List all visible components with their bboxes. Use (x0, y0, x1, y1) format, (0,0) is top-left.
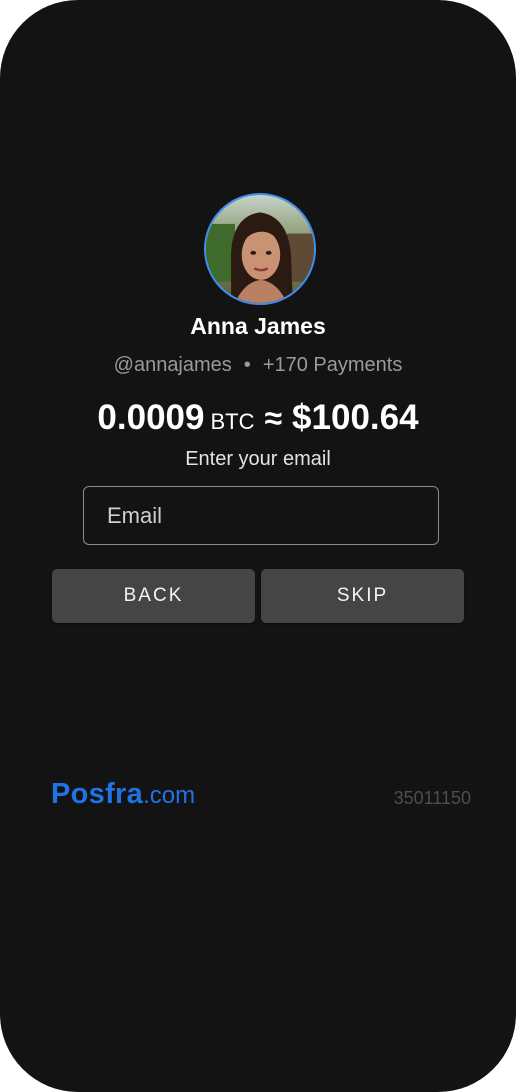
fiat-amount: $100.64 (292, 398, 419, 437)
crypto-unit: BTC (210, 409, 255, 434)
brand-tld: .com (143, 782, 196, 809)
avatar (204, 193, 316, 305)
back-button[interactable]: BACK (52, 569, 255, 623)
profile-meta: @annajames • +170 Payments (0, 351, 516, 379)
brand-logo[interactable]: Posfra.com (51, 774, 195, 819)
separator-dot: • (243, 354, 251, 376)
profile-photo (206, 195, 314, 303)
email-field[interactable] (83, 486, 439, 545)
crypto-amount: 0.0009 (97, 398, 205, 437)
brand-name: Posfra (51, 778, 144, 810)
payment-screen: Anna James @annajames • +170 Payments 0.00… (0, 0, 516, 1092)
reference-code: 35011150 (393, 788, 471, 808)
approx-symbol: ≈ (264, 400, 283, 436)
profile-name: Anna James (190, 313, 326, 339)
payments-count: +170 Payments (262, 354, 403, 376)
profile-handle: @annajames (113, 354, 232, 376)
skip-button[interactable]: SKIP (261, 569, 464, 623)
amount-row: 0.0009 BTC ≈ $100.64 (0, 395, 516, 448)
email-prompt: Enter your email (185, 448, 331, 470)
